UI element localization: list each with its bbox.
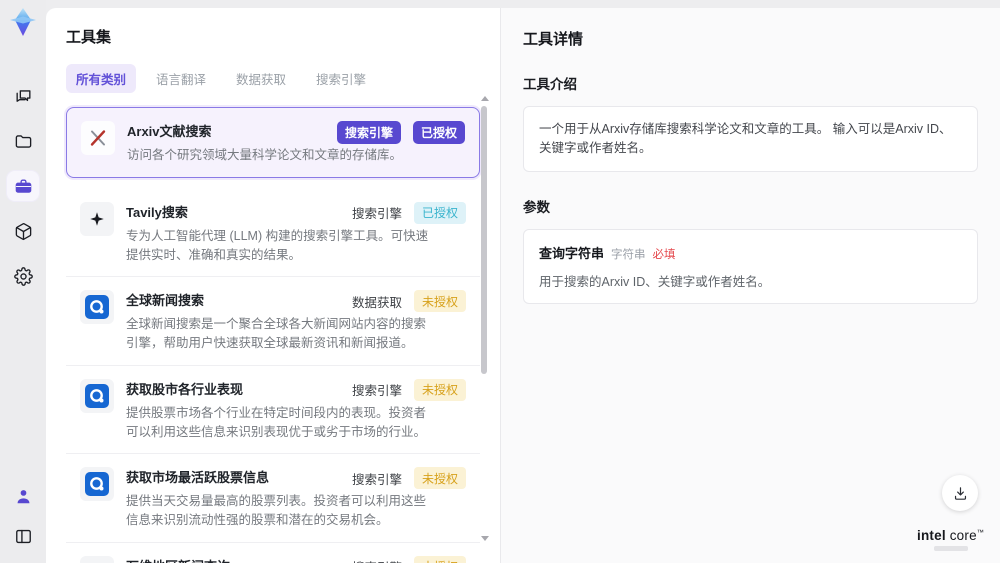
rail-nav xyxy=(7,81,39,291)
param-type: 字符串 xyxy=(611,248,646,261)
tool-card-global-news[interactable]: 全球新闻搜索 全球新闻搜索是一个聚合全球各大新闻网站内容的搜索引擎，帮助用户快速… xyxy=(66,277,480,366)
category-badge: 搜索引擎 xyxy=(351,472,402,487)
cube-icon[interactable] xyxy=(7,216,39,246)
tool-card-tavily[interactable]: Tavily搜索 专为人工智能代理 (LLM) 构建的搜索引擎工具。可快速提供实… xyxy=(66,188,480,278)
param-description: 用于搜索的Arxiv ID、关键字或作者姓名。 xyxy=(539,274,771,289)
scroll-up-arrow-icon[interactable] xyxy=(481,96,489,101)
tool-detail-pane: 工具详情 工具介绍 一个用于从Arxiv存储库搜索科学论文和文章的工具。 输入可… xyxy=(500,8,1000,563)
tool-description: 提供股票市场各个行业在特定时间段内的表现。投资者可以利用这些信息来识别表现优于或… xyxy=(126,405,427,439)
app-logo-gem-icon[interactable] xyxy=(6,5,40,39)
tool-list: Arxiv文献搜索 访问各个研究领域大量科学论文和文章的存储库。 搜索引擎 已授… xyxy=(66,107,480,563)
intel-core-logo: intel core™ xyxy=(917,528,984,551)
rail-bottom xyxy=(7,481,39,551)
category-badge: 搜索引擎 xyxy=(351,384,402,399)
tool-description: 提供当天交易量最高的股票列表。投资者可以利用这些信息来识别流动性强的股票和潜在的… xyxy=(126,494,427,527)
param-required-badge: 必填 xyxy=(652,248,676,261)
gear-icon[interactable] xyxy=(7,261,39,291)
detail-title: 工具详情 xyxy=(523,31,584,48)
tool-card-most-active-stocks[interactable]: 获取市场最活跃股票信息 提供当天交易量最高的股票列表。投资者可以利用这些信息来识… xyxy=(66,454,480,543)
parameter-box: 查询字符串 字符串 必填 用于搜索的Arxiv ID、关键字或作者姓名。 xyxy=(523,228,978,304)
brand-core: core xyxy=(945,528,977,544)
category-badge: 数据获取 xyxy=(351,295,402,310)
tab-data-fetch[interactable]: 数据获取 xyxy=(226,64,296,93)
news-globe-icon xyxy=(80,378,114,413)
news-globe-icon xyxy=(80,290,114,325)
panel-toggle-icon[interactable] xyxy=(7,521,39,551)
intro-box: 一个用于从Arxiv存储库搜索科学论文和文章的工具。 输入可以是Arxiv ID… xyxy=(523,106,978,172)
list-scrollbar[interactable] xyxy=(480,96,489,557)
brand-subline xyxy=(933,546,968,551)
sparkle-icon xyxy=(80,201,114,236)
category-badge: 搜索引擎 xyxy=(351,207,402,222)
category-badge: 搜索引擎 xyxy=(352,557,402,563)
folder-icon[interactable] xyxy=(7,126,39,156)
tab-all-categories[interactable]: 所有类别 xyxy=(66,64,137,93)
download-button[interactable] xyxy=(942,475,978,511)
tab-search-engine[interactable]: 搜索引擎 xyxy=(306,64,376,93)
auth-status-badge: 已授权 xyxy=(412,121,465,144)
brand-intel: intel xyxy=(917,528,946,544)
briefcase-icon[interactable] xyxy=(7,171,39,201)
arxiv-icon xyxy=(81,121,115,155)
left-rail xyxy=(0,0,46,563)
scroll-down-arrow-icon[interactable] xyxy=(481,536,489,541)
newspaper-icon xyxy=(80,555,114,563)
tool-card-regional-news[interactable]: 万维地区新闻查询 查询具体行政区划内的新闻，快速了解各地新闻动 搜索引擎 未授权 xyxy=(66,542,480,563)
intro-text: 一个用于从Arxiv存储库搜索科学论文和文章的工具。 输入可以是Arxiv ID… xyxy=(539,122,952,155)
tool-description: 访问各个研究领域大量科学论文和文章的存储库。 xyxy=(127,148,403,162)
auth-status-badge: 已授权 xyxy=(413,201,466,224)
tab-language-translation[interactable]: 语言翻译 xyxy=(146,64,216,93)
auth-status-badge: 未授权 xyxy=(413,290,466,313)
tool-card-arxiv[interactable]: Arxiv文献搜索 访问各个研究领域大量科学论文和文章的存储库。 搜索引擎 已授… xyxy=(66,107,480,178)
tool-description: 全球新闻搜索是一个聚合全球各大新闻网站内容的搜索引擎，帮助用户快速获取全球最新资… xyxy=(126,317,427,350)
category-tabs: 所有类别 语言翻译 数据获取 搜索引擎 xyxy=(66,64,500,93)
param-name: 查询字符串 xyxy=(539,245,605,261)
scrollbar-thumb[interactable] xyxy=(481,106,487,374)
intro-heading: 工具介绍 xyxy=(523,77,577,92)
page-title: 工具集 xyxy=(66,29,112,46)
chat-icon[interactable] xyxy=(7,81,39,111)
news-globe-icon xyxy=(80,467,114,502)
user-icon[interactable] xyxy=(7,481,39,511)
category-badge: 搜索引擎 xyxy=(336,121,401,144)
main-panel: 工具集 所有类别 语言翻译 数据获取 搜索引擎 Arxiv文献搜索 访问各个研究… xyxy=(46,8,1000,563)
auth-status-badge: 未授权 xyxy=(413,378,466,401)
auth-status-badge: 未授权 xyxy=(413,555,466,563)
download-icon xyxy=(954,486,966,500)
tools-list-pane: 工具集 所有类别 语言翻译 数据获取 搜索引擎 Arxiv文献搜索 访问各个研究… xyxy=(46,8,500,563)
tool-card-sector-performance[interactable]: 获取股市各行业表现 提供股票市场各个行业在特定时间段内的表现。投资者可以利用这些… xyxy=(66,365,480,455)
auth-status-badge: 未授权 xyxy=(413,467,466,490)
params-heading: 参数 xyxy=(523,199,550,215)
tool-description: 专为人工智能代理 (LLM) 构建的搜索引擎工具。可快速提供实时、准确和真实的结… xyxy=(126,228,429,262)
